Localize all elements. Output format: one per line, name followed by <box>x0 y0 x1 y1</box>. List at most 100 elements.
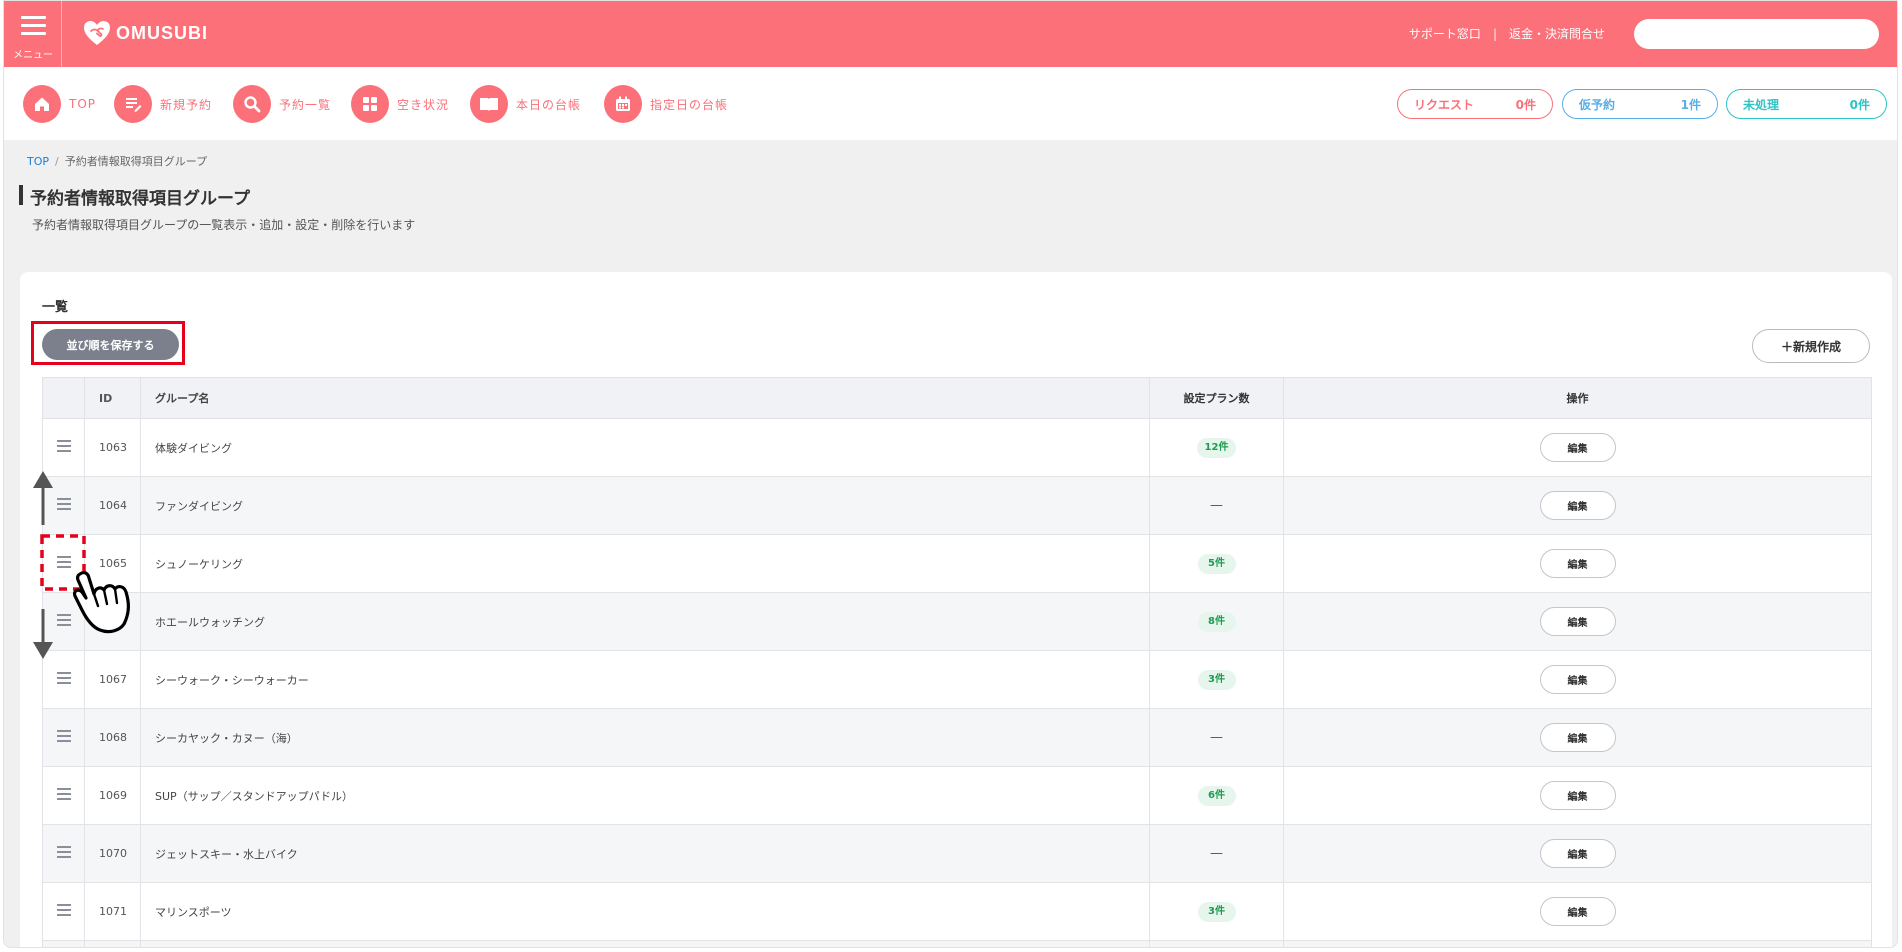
nav-label-availability: 空き状況 <box>397 97 450 112</box>
edit-button[interactable]: 編集 <box>1539 607 1616 636</box>
request-status-pill[interactable]: リクエスト 0件 <box>1397 89 1553 119</box>
plan-count-empty: — <box>1210 498 1223 513</box>
row-group-name: SUP（サップ／スタンドアップパドル） <box>140 766 1150 825</box>
drag-handle-icon[interactable] <box>56 611 71 629</box>
search-icon <box>233 85 271 123</box>
group-table: ID グループ名 設定プラン数 操作 1063 体験ダイビング 12件 編集 1… <box>42 377 1872 947</box>
drag-handle-icon[interactable] <box>56 495 71 513</box>
drag-handle-cell <box>42 418 85 477</box>
drag-handle-cell <box>42 766 85 825</box>
row-id: 1064 <box>84 476 141 535</box>
nav-item-new-booking[interactable]: 新規予約 <box>114 85 212 123</box>
calendar-icon <box>604 85 642 123</box>
table-row: 1065 シュノーケリング 5件 編集 <box>42 534 1872 593</box>
table-row: 1067 シーウォーク・シーウォーカー 3件 編集 <box>42 650 1872 709</box>
row-plan-count: 3件 <box>1149 650 1284 709</box>
row-ops: 編集 <box>1283 766 1872 825</box>
row-group-name: ホエールウォッチング <box>140 592 1150 651</box>
edit-button[interactable]: 編集 <box>1539 781 1616 810</box>
header-search-input[interactable] <box>1634 19 1879 49</box>
nav-label-booking-list: 予約一覧 <box>279 97 332 112</box>
row-ops: 編集 <box>1283 592 1872 651</box>
row-id: 1071 <box>84 882 141 941</box>
table-row: 1069 SUP（サップ／スタンドアップパドル） 6件 編集 <box>42 766 1872 825</box>
menu-label: メニュー <box>13 50 53 61</box>
header-links: サポート窓口 | 返金・決済問合せ <box>1409 25 1605 42</box>
drag-handle-icon[interactable] <box>56 669 71 687</box>
header-handle <box>42 377 85 419</box>
row-plan-count: — <box>1149 824 1284 883</box>
plan-count-badge: 5件 <box>1197 553 1236 574</box>
edit-button[interactable]: 編集 <box>1539 897 1616 926</box>
list-title: 一覧 <box>42 300 69 315</box>
row-plan-count <box>1149 940 1284 947</box>
edit-button[interactable]: 編集 <box>1539 491 1616 520</box>
breadcrumb: TOP / 予約者情報取得項目グループ <box>27 153 207 169</box>
page-title: 予約者情報取得項目グループ <box>30 189 250 209</box>
nav-label-today-ledger: 本日の台帳 <box>516 97 582 112</box>
edit-button[interactable]: 編集 <box>1539 549 1616 578</box>
menu-button[interactable]: メニュー <box>4 1 62 67</box>
tentative-status-pill[interactable]: 仮予約 1件 <box>1562 89 1718 119</box>
plan-count-badge: 12件 <box>1196 437 1237 458</box>
edit-button[interactable]: 編集 <box>1539 839 1616 868</box>
edit-button[interactable]: 編集 <box>1539 665 1616 694</box>
nav-label-date-ledger: 指定日の台帳 <box>650 97 729 112</box>
nav-item-top[interactable]: TOP <box>23 85 96 123</box>
row-ops: 編集 <box>1283 824 1872 883</box>
drag-handle-cell <box>42 824 85 883</box>
row-group-name: シュノーケリング <box>140 534 1150 593</box>
drag-handle-icon[interactable] <box>56 785 71 803</box>
nav-item-booking-list[interactable]: 予約一覧 <box>233 85 331 123</box>
row-plan-count: — <box>1149 476 1284 535</box>
drag-handle-icon[interactable] <box>56 553 71 571</box>
row-group-name: マリンスポーツ <box>140 882 1150 941</box>
drag-handle-cell <box>42 592 85 651</box>
table-row: 1068 シーカヤック・カヌー（海） — 編集 <box>42 708 1872 767</box>
drag-handle-icon[interactable] <box>56 901 71 919</box>
save-order-button[interactable]: 並び順を保存する <box>42 329 179 360</box>
row-id <box>84 940 141 947</box>
breadcrumb-current: 予約者情報取得項目グループ <box>64 155 208 168</box>
row-ops: 編集 <box>1283 882 1872 941</box>
row-id: 1069 <box>84 766 141 825</box>
row-ops <box>1283 940 1872 947</box>
hamburger-icon <box>21 16 46 35</box>
support-link[interactable]: サポート窓口 <box>1409 25 1481 42</box>
row-plan-count: 8件 <box>1149 592 1284 651</box>
edit-button[interactable]: 編集 <box>1539 723 1616 752</box>
nav-item-date-ledger[interactable]: 指定日の台帳 <box>604 85 728 123</box>
app-frame: メニュー OMUSUBI サポート窓口 | 返金・決済問合せ TOP 新規予約 … <box>3 0 1898 948</box>
plan-count-badge: 6件 <box>1197 785 1236 806</box>
header-name: グループ名 <box>140 377 1150 419</box>
drag-handle-icon[interactable] <box>56 437 71 455</box>
nav-item-today-ledger[interactable]: 本日の台帳 <box>470 85 581 123</box>
unprocessed-count: 0件 <box>1849 97 1870 112</box>
link-separator: | <box>1492 26 1497 41</box>
unprocessed-status-pill[interactable]: 未処理 0件 <box>1726 89 1887 119</box>
drag-handle-cell <box>42 940 85 947</box>
row-group-name: シーカヤック・カヌー（海） <box>140 708 1150 767</box>
table-header-row: ID グループ名 設定プラン数 操作 <box>42 377 1872 419</box>
row-ops: 編集 <box>1283 418 1872 477</box>
edit-list-icon <box>114 85 152 123</box>
nav-label-new-booking: 新規予約 <box>160 97 213 112</box>
edit-button[interactable]: 編集 <box>1539 433 1616 462</box>
new-create-button[interactable]: ＋新規作成 <box>1752 329 1870 363</box>
row-id: 1065 <box>84 534 141 593</box>
plan-count-empty: — <box>1210 730 1223 745</box>
refund-inquiry-link[interactable]: 返金・決済問合せ <box>1509 25 1605 42</box>
row-id: 1070 <box>84 824 141 883</box>
drag-handle-icon[interactable] <box>56 727 71 745</box>
header-ops: 操作 <box>1283 377 1872 419</box>
logo[interactable]: OMUSUBI <box>82 16 208 50</box>
home-icon <box>23 85 61 123</box>
breadcrumb-top-link[interactable]: TOP <box>27 155 49 168</box>
nav-item-availability[interactable]: 空き状況 <box>351 85 449 123</box>
drag-handle-icon[interactable] <box>56 843 71 861</box>
request-count: 0件 <box>1515 97 1536 112</box>
drag-handle-cell <box>42 534 85 593</box>
table-row <box>42 940 1872 947</box>
plan-count-badge: 3件 <box>1197 901 1236 922</box>
top-header: メニュー OMUSUBI サポート窓口 | 返金・決済問合せ <box>4 1 1897 67</box>
